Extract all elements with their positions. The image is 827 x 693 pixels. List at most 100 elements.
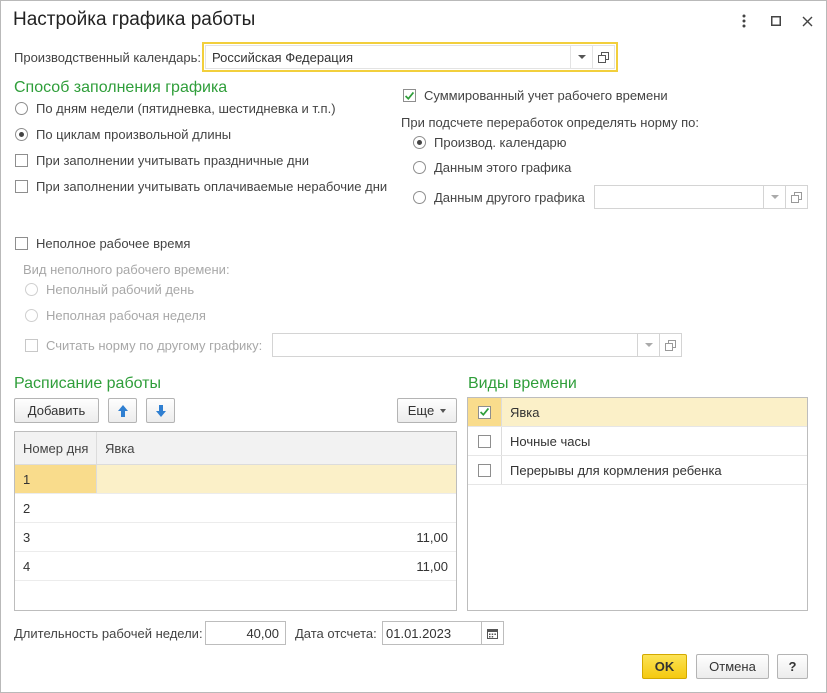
ref-date-field[interactable]: 01.01.2023 <box>382 621 504 645</box>
window-title: Настройка графика работы <box>13 9 256 30</box>
ref-date-label: Дата отсчета: <box>295 626 377 641</box>
norm-other-combo[interactable] <box>272 333 682 357</box>
schedule-table[interactable]: Номер дня Явка 1 2 3 11,00 4 11,00 <box>14 431 457 611</box>
calendar-label: Производственный календарь: <box>14 50 201 65</box>
norm-heading: При подсчете переработок определять норм… <box>401 115 700 130</box>
add-button[interactable]: Добавить <box>14 398 99 423</box>
more-button-label: Еще <box>407 403 435 418</box>
checkbox-checked-icon <box>403 89 416 102</box>
norm-other-label: Считать норму по другому графику: <box>46 338 263 353</box>
table-row[interactable]: 2 <box>15 494 456 523</box>
calendar-combo[interactable]: Российская Федерация <box>202 42 618 72</box>
ref-date-input[interactable]: 01.01.2023 <box>382 621 482 645</box>
part-week-radio[interactable]: Неполная рабочая неделя <box>25 308 206 323</box>
checkbox-checked-icon <box>478 405 491 419</box>
column-header-attendance[interactable]: Явка <box>97 432 456 464</box>
chevron-down-icon[interactable] <box>764 185 786 209</box>
schedule-table-header: Номер дня Явка <box>15 432 456 465</box>
norm-other-schedule-radio[interactable]: Данным другого графика <box>413 190 585 205</box>
calendar-icon[interactable] <box>482 621 504 645</box>
list-item[interactable]: Явка <box>468 398 807 427</box>
open-form-icon[interactable] <box>660 333 682 357</box>
arrow-up-icon[interactable] <box>108 398 137 423</box>
time-kind-checkbox[interactable] <box>468 427 502 455</box>
time-kind-label: Ночные часы <box>510 433 591 449</box>
fill-method-heading: Способ заполнения графика <box>14 79 228 96</box>
holidays-label: При заполнении учитывать праздничные дни <box>36 153 310 168</box>
open-form-icon[interactable] <box>786 185 808 209</box>
time-kind-label: Явка <box>510 404 540 420</box>
fill-by-cycles-radio[interactable]: По циклам произвольной длины <box>15 127 231 142</box>
radio-selected-icon <box>413 136 426 149</box>
cell-day: 1 <box>15 465 97 493</box>
more-button[interactable]: Еще <box>397 398 457 423</box>
holidays-checkbox[interactable]: При заполнении учитывать праздничные дни <box>15 153 309 168</box>
table-row[interactable]: 1 <box>15 465 456 494</box>
maximize-icon[interactable] <box>764 9 788 33</box>
list-item[interactable]: Перерывы для кормления ребенка <box>468 456 807 485</box>
chevron-down-icon[interactable] <box>571 45 593 69</box>
checkbox-icon <box>478 463 491 477</box>
chevron-down-icon[interactable] <box>638 333 660 357</box>
radio-selected-icon <box>15 128 28 141</box>
radio-icon <box>413 161 426 174</box>
cell-attendance: 11,00 <box>416 529 448 545</box>
part-day-radio[interactable]: Неполный рабочий день <box>25 282 194 297</box>
other-schedule-combo[interactable] <box>594 185 808 209</box>
cell-day: 2 <box>23 500 31 516</box>
checkbox-icon <box>15 154 28 167</box>
radio-icon <box>25 309 38 322</box>
other-schedule-input[interactable] <box>594 185 764 209</box>
summary-accounting-label: Суммированный учет рабочего времени <box>424 88 668 103</box>
close-icon[interactable] <box>795 9 819 33</box>
part-time-label: Неполное рабочее время <box>36 236 191 251</box>
checkbox-icon <box>478 434 491 448</box>
norm-other-schedule-label: Данным другого графика <box>434 190 585 205</box>
column-header-day[interactable]: Номер дня <box>15 432 97 464</box>
help-button[interactable]: ? <box>777 654 808 679</box>
ok-button[interactable]: OK <box>642 654 687 679</box>
norm-this-schedule-radio[interactable]: Данным этого графика <box>413 160 571 175</box>
norm-calendar-radio[interactable]: Производ. календарю <box>413 135 567 150</box>
cell-attendance: 11,00 <box>416 558 448 574</box>
radio-icon <box>413 191 426 204</box>
paid-nonwork-label: При заполнении учитывать оплачиваемые не… <box>36 179 388 194</box>
time-kind-checkbox[interactable] <box>468 456 502 484</box>
schedule-heading: Расписание работы <box>14 375 161 392</box>
fill-by-weekdays-radio[interactable]: По дням недели (пятидневка, шестидневка … <box>15 101 336 116</box>
cell-attendance <box>97 465 456 493</box>
cancel-button[interactable]: Отмена <box>696 654 769 679</box>
table-row[interactable]: 3 11,00 <box>15 523 456 552</box>
cell-day: 4 <box>23 558 31 574</box>
open-form-icon[interactable] <box>593 45 615 69</box>
norm-other-checkbox[interactable]: Считать норму по другому графику: <box>25 338 262 353</box>
week-length-label: Длительность рабочей недели: <box>14 626 203 641</box>
checkbox-icon <box>15 180 28 193</box>
checkbox-icon <box>15 237 28 250</box>
cell-attendance <box>97 494 456 522</box>
more-vertical-icon[interactable] <box>732 9 756 33</box>
time-kind-label: Перерывы для кормления ребенка <box>510 462 722 478</box>
calendar-input[interactable]: Российская Федерация <box>205 45 571 69</box>
week-length-input[interactable]: 40,00 <box>205 621 286 645</box>
time-kinds-list[interactable]: Явка Ночные часы Перерывы для кормления … <box>467 397 808 611</box>
time-kind-checkbox[interactable] <box>468 398 502 426</box>
fill-by-cycles-label: По циклам произвольной длины <box>36 127 232 142</box>
arrow-down-icon[interactable] <box>146 398 175 423</box>
list-item[interactable]: Ночные часы <box>468 427 807 456</box>
part-day-label: Неполный рабочий день <box>46 282 195 297</box>
chevron-down-icon <box>440 408 447 413</box>
part-week-label: Неполная рабочая неделя <box>46 308 206 323</box>
cell-day: 3 <box>23 529 31 545</box>
table-row[interactable]: 4 11,00 <box>15 552 456 581</box>
paid-nonwork-checkbox[interactable]: При заполнении учитывать оплачиваемые не… <box>15 179 387 194</box>
norm-calendar-label: Производ. календарю <box>434 135 567 150</box>
part-time-kind-label: Вид неполного рабочего времени: <box>23 262 230 277</box>
fill-by-weekdays-label: По дням недели (пятидневка, шестидневка … <box>36 101 336 116</box>
time-kinds-heading: Виды времени <box>468 375 577 392</box>
part-time-checkbox[interactable]: Неполное рабочее время <box>15 236 190 251</box>
norm-other-input[interactable] <box>272 333 638 357</box>
summary-accounting-checkbox[interactable]: Суммированный учет рабочего времени <box>403 88 668 103</box>
radio-icon <box>25 283 38 296</box>
radio-icon <box>15 102 28 115</box>
